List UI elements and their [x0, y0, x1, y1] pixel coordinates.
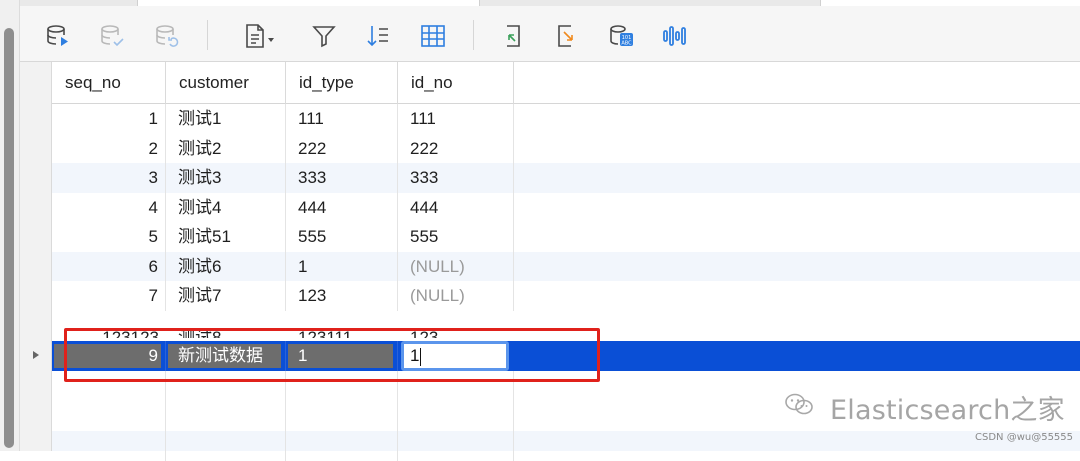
- toolbar-separator: [473, 20, 474, 50]
- cell-id-no[interactable]: 222: [398, 133, 514, 163]
- svg-text:ABC: ABC: [621, 41, 632, 47]
- cell-id-type[interactable]: 111: [286, 104, 398, 134]
- toolbar: 101 ABC: [20, 6, 1080, 62]
- cell-seq-no[interactable]: 5: [52, 222, 166, 252]
- scrollbar-thumb[interactable]: [4, 28, 14, 448]
- database-check-icon[interactable]: [98, 22, 126, 50]
- waveform-icon[interactable]: [661, 22, 689, 50]
- cell-customer[interactable]: 测试6: [166, 251, 286, 281]
- row-gutter: [20, 62, 52, 451]
- cell-customer[interactable]: 测试51: [166, 222, 286, 252]
- empty-cell[interactable]: [166, 431, 286, 461]
- sort-icon[interactable]: [364, 22, 392, 50]
- column-header-seq-no[interactable]: seq_no: [52, 62, 166, 104]
- cell-customer[interactable]: 测试3: [166, 163, 286, 193]
- transaction-begin-icon[interactable]: [498, 22, 526, 50]
- empty-cell[interactable]: [52, 401, 166, 431]
- column-header-id-no[interactable]: id_no: [398, 62, 514, 104]
- wechat-icon: [785, 393, 813, 415]
- cell-seq-no[interactable]: 4: [52, 192, 166, 222]
- left-scrollbar[interactable]: [0, 0, 20, 451]
- empty-cell[interactable]: [398, 401, 514, 431]
- cell-id-no[interactable]: 444: [398, 192, 514, 222]
- column-header-customer[interactable]: customer: [166, 62, 286, 104]
- empty-cell[interactable]: [286, 401, 398, 431]
- cell-customer[interactable]: 测试4: [166, 192, 286, 222]
- table-row[interactable]: 7 测试7 123 (NULL): [52, 281, 1080, 311]
- cell-id-no[interactable]: 111: [398, 104, 514, 134]
- empty-row[interactable]: [52, 431, 1080, 461]
- cell-id-no[interactable]: (NULL): [398, 251, 514, 281]
- cell-id-no[interactable]: 555: [398, 222, 514, 252]
- cell-id-type[interactable]: 555: [286, 222, 398, 252]
- cell-customer[interactable]: 测试1: [166, 104, 286, 134]
- cell-id-type[interactable]: 222: [286, 133, 398, 163]
- transaction-commit-icon[interactable]: [552, 22, 580, 50]
- column-header-id-type[interactable]: id_type: [286, 62, 398, 104]
- cell-seq-no[interactable]: 3: [52, 163, 166, 193]
- cell-customer[interactable]: 测试7: [166, 281, 286, 311]
- watermark-text: Elasticsearch之家: [830, 395, 1065, 426]
- cell-seq-no[interactable]: 6: [52, 251, 166, 281]
- cell-id-type[interactable]: 123: [286, 281, 398, 311]
- toolbar-separator: [207, 20, 208, 50]
- empty-cell[interactable]: [52, 431, 166, 461]
- cell-customer[interactable]: 测试2: [166, 133, 286, 163]
- table-row[interactable]: 4 测试4 444 444: [52, 192, 1080, 222]
- grid-view-icon[interactable]: [419, 22, 447, 50]
- database-run-icon[interactable]: [44, 22, 72, 50]
- table-row[interactable]: 1 测试1 111 111: [52, 104, 1080, 134]
- database-refresh-icon[interactable]: [153, 22, 181, 50]
- cell-id-no[interactable]: 333: [398, 163, 514, 193]
- grid-header: seq_no customer id_type id_no: [52, 62, 1080, 104]
- empty-cell[interactable]: [398, 431, 514, 461]
- highlight-annotation-box: [64, 328, 600, 382]
- current-row-marker-icon: [33, 351, 39, 359]
- cell-id-type[interactable]: 1: [286, 251, 398, 281]
- table-row[interactable]: 3 测试3 333 333: [52, 163, 1080, 193]
- filter-icon[interactable]: [310, 22, 338, 50]
- cell-id-no[interactable]: (NULL): [398, 281, 514, 311]
- database-text-icon[interactable]: 101 ABC: [607, 22, 635, 50]
- table-row[interactable]: 5 测试51 555 555: [52, 222, 1080, 252]
- cell-seq-no[interactable]: 7: [52, 281, 166, 311]
- table-row[interactable]: 6 测试6 1 (NULL): [52, 251, 1080, 281]
- table-row[interactable]: 2 测试2 222 222: [52, 133, 1080, 163]
- cell-seq-no[interactable]: 2: [52, 133, 166, 163]
- cell-seq-no[interactable]: 1: [52, 104, 166, 134]
- watermark-credit: CSDN @wu@55555: [975, 432, 1074, 443]
- document-menu-icon[interactable]: [242, 22, 278, 50]
- cell-id-type[interactable]: 333: [286, 163, 398, 193]
- empty-cell[interactable]: [286, 431, 398, 461]
- cell-id-type[interactable]: 444: [286, 192, 398, 222]
- empty-cell[interactable]: [166, 401, 286, 431]
